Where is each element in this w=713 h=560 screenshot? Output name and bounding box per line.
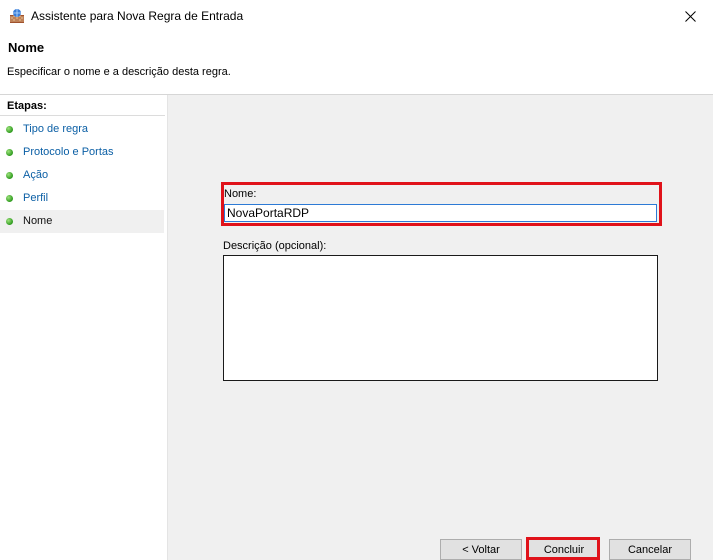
green-dot-icon [6,126,13,133]
green-dot-icon [6,172,13,179]
name-label: Nome: [224,188,257,200]
close-icon [684,10,696,22]
steps-title: Etapas: [7,100,47,112]
cancel-button[interactable]: Cancelar [609,539,691,560]
name-input[interactable] [224,204,657,222]
title-bar: Assistente para Nova Regra de Entrada [0,0,713,32]
steps-sidebar: Etapas: Tipo de regra Protocolo e Portas… [0,95,167,560]
finish-button[interactable]: Concluir [528,539,600,560]
window-title: Assistente para Nova Regra de Entrada [31,9,244,23]
step-perfil[interactable]: Perfil [0,187,165,210]
page-description: Especificar o nome e a descrição desta r… [7,66,231,78]
step-acao[interactable]: Ação [0,164,165,187]
wizard-header: Nome Especificar o nome e a descrição de… [0,32,713,94]
content-panel: Nome: Descrição (opcional): [168,95,713,560]
step-label: Protocolo e Portas [23,146,114,158]
steps-list: Tipo de regra Protocolo e Portas Ação Pe… [0,118,165,233]
step-nome[interactable]: Nome [0,210,164,233]
step-protocolo-e-portas[interactable]: Protocolo e Portas [0,141,165,164]
green-dot-icon [6,149,13,156]
step-tipo-de-regra[interactable]: Tipo de regra [0,118,165,141]
green-dot-icon [6,195,13,202]
back-button[interactable]: < Voltar [440,539,522,560]
step-label: Tipo de regra [23,123,89,135]
description-label: Descrição (opcional): [223,240,327,252]
close-button[interactable] [667,0,713,32]
green-dot-icon [6,218,13,225]
firewall-icon [10,9,24,23]
step-label: Nome [23,215,53,227]
steps-divider [0,115,165,116]
description-input[interactable] [223,255,658,381]
step-label: Perfil [23,192,49,204]
step-label: Ação [23,169,49,181]
page-title: Nome [8,40,45,55]
